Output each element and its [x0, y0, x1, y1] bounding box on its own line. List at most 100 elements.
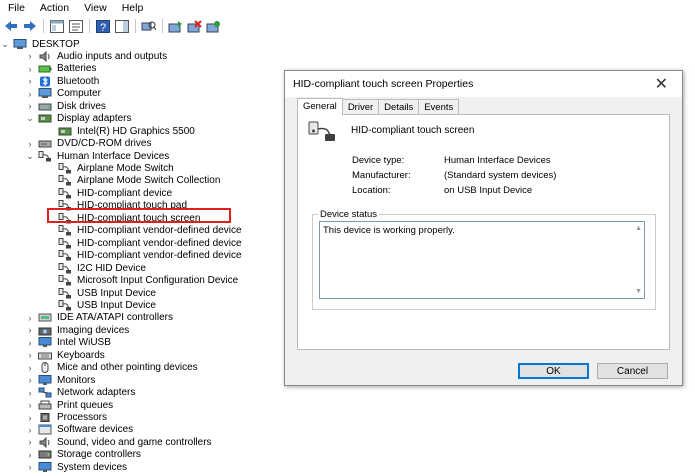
chevron-right-icon[interactable]: › — [25, 338, 35, 348]
tree-item[interactable]: › Network adapters — [25, 387, 136, 399]
prop-label-device-type: Device type: — [352, 155, 405, 166]
tab-details[interactable]: Details — [378, 99, 420, 115]
properties-icon[interactable] — [68, 19, 83, 34]
chevron-right-icon[interactable]: › — [25, 375, 35, 385]
tree-item[interactable]: › Software devices — [25, 424, 134, 436]
chevron-right-icon[interactable]: › — [25, 462, 35, 472]
tree-item[interactable]: I2C HID Device — [47, 262, 146, 274]
tree-label: Intel WiUSB — [57, 337, 111, 349]
tree-root-desktop[interactable]: ⌄ DESKTOP — [0, 38, 80, 50]
forward-arrow-icon[interactable] — [22, 19, 37, 34]
scroll-down-icon[interactable]: ▼ — [635, 288, 642, 295]
tree-item[interactable]: Intel(R) HD Graphics 5500 — [47, 125, 195, 137]
tree-label: Intel(R) HD Graphics 5500 — [77, 125, 195, 137]
scroll-up-icon[interactable]: ▲ — [635, 225, 642, 232]
chevron-right-icon[interactable]: › — [25, 450, 35, 460]
chevron-right-icon[interactable]: › — [25, 89, 35, 99]
tree-item[interactable]: › Computer — [25, 88, 101, 100]
update-driver-icon[interactable] — [168, 19, 183, 34]
tree-item[interactable]: ⌄ Human Interface Devices — [25, 150, 169, 162]
dvd-icon — [38, 138, 52, 149]
tree-label: Monitors — [57, 374, 96, 386]
ok-button[interactable]: OK — [518, 363, 589, 379]
tree-item[interactable]: › Storage controllers — [25, 449, 141, 461]
hid-icon — [38, 150, 52, 162]
tree-item[interactable]: HID-compliant vendor-defined device — [47, 225, 242, 237]
chevron-right-icon[interactable]: › — [25, 325, 35, 335]
tree-item[interactable]: › Sound, video and game controllers — [25, 436, 212, 449]
tree-item[interactable]: › Monitors — [25, 374, 95, 386]
tree-item[interactable]: HID-compliant vendor-defined device — [47, 250, 242, 262]
chevron-right-icon[interactable]: › — [25, 437, 35, 447]
display-adapter-icon — [58, 126, 72, 137]
action-pane-icon[interactable] — [114, 19, 129, 34]
tree-item[interactable]: › Print queues — [25, 399, 114, 411]
chevron-right-icon[interactable]: › — [25, 350, 35, 360]
tree-item[interactable]: Airplane Mode Switch — [47, 163, 174, 175]
tree-item[interactable]: › Bluetooth — [25, 75, 100, 87]
show-hide-console-tree-icon[interactable] — [49, 19, 64, 34]
help-icon[interactable]: ? — [95, 19, 110, 34]
menu-file[interactable]: File — [0, 2, 32, 14]
chevron-right-icon[interactable]: › — [25, 413, 35, 423]
chevron-right-icon[interactable]: › — [25, 388, 35, 398]
tree-label: Mice and other pointing devices — [57, 362, 198, 374]
tree-item[interactable]: › Imaging devices — [25, 324, 130, 336]
uninstall-device-icon[interactable] — [206, 19, 221, 34]
chevron-right-icon[interactable]: › — [25, 425, 35, 435]
tree-item[interactable]: USB Input Device — [47, 299, 156, 311]
tree-label: Disk drives — [57, 100, 106, 112]
tab-events[interactable]: Events — [418, 99, 460, 115]
chevron-down-icon[interactable]: ⌄ — [0, 39, 10, 50]
device-status-textbox[interactable]: This device is working properly. ▲ ▼ — [319, 221, 645, 299]
disable-device-icon[interactable] — [187, 19, 202, 34]
cancel-button[interactable]: Cancel — [597, 363, 668, 379]
computer-icon — [38, 88, 52, 99]
camera-icon — [38, 325, 52, 336]
processor-icon — [38, 412, 52, 423]
chevron-right-icon[interactable]: › — [25, 139, 35, 149]
device-name: HID-compliant touch screen — [351, 125, 475, 136]
tree-item[interactable]: HID-compliant vendor-defined device — [47, 237, 242, 249]
tree-item[interactable]: › Processors — [25, 412, 108, 424]
tree-item[interactable]: › DVD/CD-ROM drives — [25, 138, 152, 150]
speaker-icon — [38, 50, 52, 63]
tree-label: DVD/CD-ROM drives — [57, 138, 152, 150]
chevron-down-icon[interactable]: ⌄ — [25, 151, 35, 162]
chevron-right-icon[interactable]: › — [25, 51, 35, 61]
menu-action[interactable]: Action — [32, 2, 76, 14]
tree-item[interactable]: Microsoft Input Configuration Device — [47, 275, 238, 287]
tab-driver[interactable]: Driver — [341, 99, 380, 115]
tree-item[interactable]: ⌄ Display adapters — [25, 113, 131, 125]
tab-general[interactable]: General — [297, 98, 343, 115]
tree-label: USB Input Device — [77, 299, 156, 311]
tree-item[interactable]: Airplane Mode Switch Collection — [47, 175, 220, 187]
tree-item[interactable]: › Keyboards — [25, 349, 105, 361]
tree-item[interactable]: › Batteries — [25, 63, 97, 75]
tree-item[interactable]: USB Input Device — [47, 287, 156, 299]
chevron-right-icon[interactable]: › — [25, 363, 35, 373]
chevron-right-icon[interactable]: › — [25, 313, 35, 323]
close-icon[interactable]: ✕ — [655, 74, 668, 94]
hid-icon — [58, 187, 72, 199]
scan-hardware-icon[interactable] — [141, 19, 156, 34]
menu-help[interactable]: Help — [114, 2, 151, 14]
tree-item[interactable]: HID-compliant device — [47, 187, 172, 199]
tree-item[interactable]: › IDE ATA/ATAPI controllers — [25, 312, 173, 324]
tree-label: HID-compliant vendor-defined device — [77, 237, 242, 249]
back-arrow-icon[interactable] — [3, 19, 18, 34]
chevron-right-icon[interactable]: › — [25, 64, 35, 74]
chevron-down-icon[interactable]: ⌄ — [25, 113, 35, 124]
menu-view[interactable]: View — [76, 2, 114, 14]
menu-bar: File Action View Help — [0, 0, 695, 16]
chevron-right-icon[interactable]: › — [25, 400, 35, 410]
chevron-right-icon[interactable]: › — [25, 76, 35, 86]
tree-label: Print queues — [57, 399, 114, 411]
tree-label: DESKTOP — [32, 38, 80, 50]
tree-item[interactable]: › Audio inputs and outputs — [25, 50, 167, 63]
tree-item[interactable]: › System devices — [25, 461, 127, 473]
tree-item[interactable]: › Mice and other pointing devices — [25, 362, 198, 374]
tree-item[interactable]: › Disk drives — [25, 100, 106, 112]
tree-item[interactable]: › Intel WiUSB — [25, 337, 111, 349]
chevron-right-icon[interactable]: › — [25, 101, 35, 111]
